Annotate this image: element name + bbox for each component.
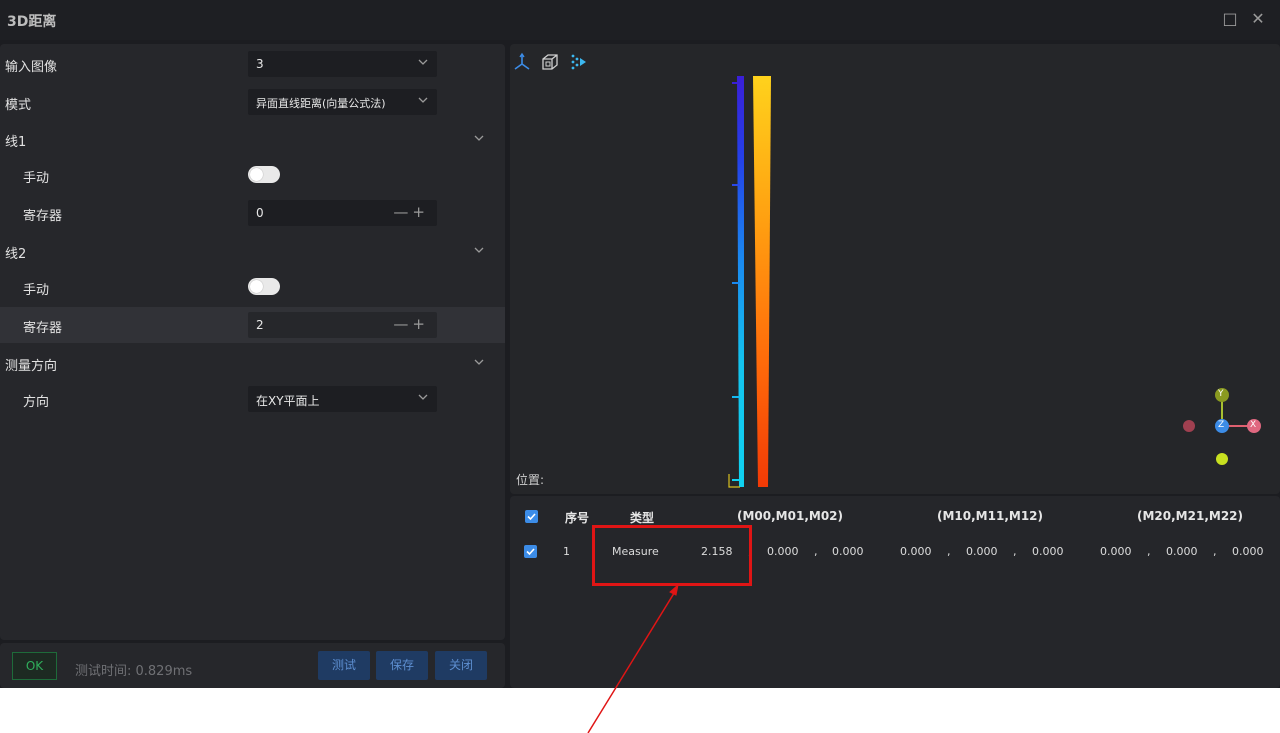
annotation-arrow	[587, 583, 679, 733]
